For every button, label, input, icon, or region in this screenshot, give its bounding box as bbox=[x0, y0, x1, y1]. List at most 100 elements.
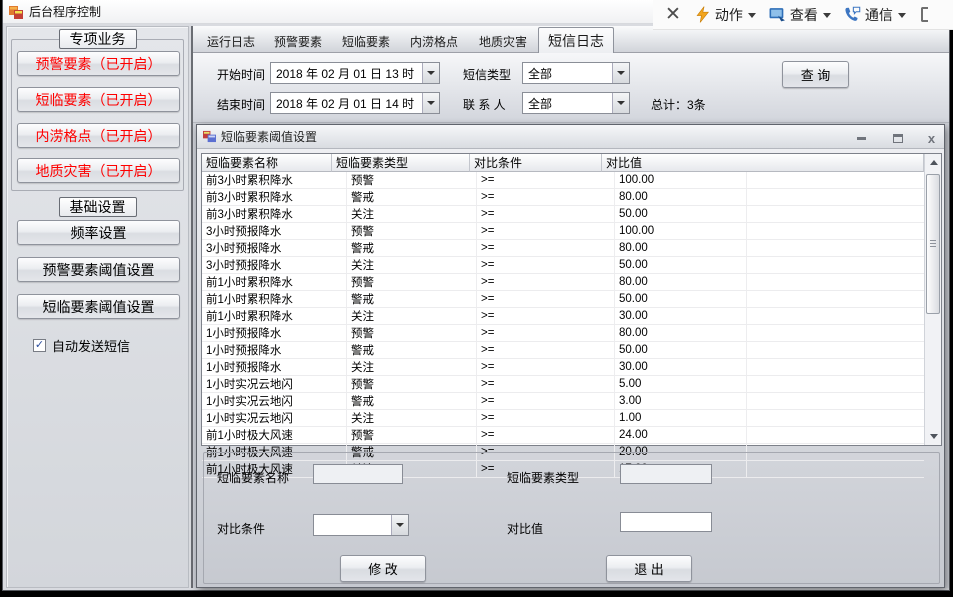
cell-element-name[interactable]: 前3小时累积降水 bbox=[202, 206, 347, 222]
table-row[interactable]: 1小时实况云地闪 关注 >= 1.00 bbox=[202, 410, 924, 427]
start-time-picker[interactable]: 2018 年 02 月 01 日 13 时 bbox=[270, 62, 440, 84]
cell-empty[interactable] bbox=[747, 376, 924, 392]
dialog-minimize-button[interactable] bbox=[853, 131, 870, 145]
cell-compare-condition[interactable]: >= bbox=[477, 274, 615, 290]
table-row[interactable]: 3小时预报降水 警戒 >= 80.00 bbox=[202, 240, 924, 257]
tab-sms-log[interactable]: 短信日志 bbox=[538, 27, 614, 53]
cell-compare-value[interactable]: 100.00 bbox=[615, 223, 747, 239]
table-scrollbar[interactable] bbox=[924, 154, 941, 445]
table-row[interactable]: 前1小时累积降水 预警 >= 80.00 bbox=[202, 274, 924, 291]
cell-element-type[interactable]: 关注 bbox=[347, 359, 477, 375]
sms-type-dropdown-icon[interactable] bbox=[612, 63, 629, 83]
cell-compare-value[interactable]: 30.00 bbox=[615, 308, 747, 324]
cell-element-name[interactable]: 1小时预报降水 bbox=[202, 342, 347, 358]
cell-compare-condition[interactable]: >= bbox=[477, 427, 615, 443]
cell-element-type[interactable]: 警戒 bbox=[347, 291, 477, 307]
cell-element-name[interactable]: 1小时预报降水 bbox=[202, 325, 347, 341]
cell-compare-condition[interactable]: >= bbox=[477, 206, 615, 222]
cell-compare-value[interactable]: 80.00 bbox=[615, 189, 747, 205]
table-row[interactable]: 1小时实况云地闪 警戒 >= 3.00 bbox=[202, 393, 924, 410]
dialog-maximize-button[interactable] bbox=[889, 131, 906, 145]
tab-waterlogging-grid[interactable]: 内涝格点 bbox=[406, 31, 462, 51]
tab-geological-disaster[interactable]: 地质灾害 bbox=[475, 31, 531, 51]
form-type-input[interactable] bbox=[620, 464, 712, 484]
cell-element-type[interactable]: 警戒 bbox=[347, 393, 477, 409]
cell-compare-value[interactable]: 50.00 bbox=[615, 291, 747, 307]
cell-compare-condition[interactable]: >= bbox=[477, 291, 615, 307]
cell-element-type[interactable]: 关注 bbox=[347, 257, 477, 273]
cell-empty[interactable] bbox=[747, 393, 924, 409]
toolbar-view-menu[interactable]: 查看 bbox=[769, 5, 831, 25]
exit-button[interactable]: 退 出 bbox=[606, 555, 692, 582]
cell-element-name[interactable]: 3小时预报降水 bbox=[202, 240, 347, 256]
cell-compare-value[interactable]: 80.00 bbox=[615, 325, 747, 341]
table-header-cell[interactable]: 对比值 bbox=[602, 154, 919, 172]
cell-compare-value[interactable]: 30.00 bbox=[615, 359, 747, 375]
cell-empty[interactable] bbox=[747, 342, 924, 358]
cell-element-name[interactable]: 前1小时累积降水 bbox=[202, 308, 347, 324]
sidebar-button-nowcast-threshold-settings[interactable]: 短临要素阈值设置 bbox=[17, 294, 180, 319]
query-button[interactable]: 查 询 bbox=[782, 61, 849, 88]
cell-compare-condition[interactable]: >= bbox=[477, 410, 615, 426]
cell-element-type[interactable]: 预警 bbox=[347, 376, 477, 392]
cell-element-type[interactable]: 关注 bbox=[347, 308, 477, 324]
table-row[interactable]: 前1小时极大风速 预警 >= 24.00 bbox=[202, 427, 924, 444]
cell-empty[interactable] bbox=[747, 189, 924, 205]
cell-element-type[interactable]: 预警 bbox=[347, 274, 477, 290]
cell-compare-condition[interactable]: >= bbox=[477, 342, 615, 358]
dialog-titlebar[interactable]: 短临要素阈值设置 bbox=[197, 125, 944, 149]
form-condition-combobox[interactable] bbox=[313, 514, 409, 536]
cell-empty[interactable] bbox=[747, 172, 924, 188]
cell-empty[interactable] bbox=[747, 308, 924, 324]
toolbar-communication-menu[interactable]: 通信 bbox=[844, 5, 906, 25]
cell-compare-condition[interactable]: >= bbox=[477, 308, 615, 324]
contact-dropdown-icon[interactable] bbox=[612, 93, 629, 113]
cell-empty[interactable] bbox=[747, 427, 924, 443]
cell-element-name[interactable]: 前1小时累积降水 bbox=[202, 291, 347, 307]
table-row[interactable]: 3小时预报降水 关注 >= 50.00 bbox=[202, 257, 924, 274]
modify-button[interactable]: 修 改 bbox=[340, 555, 426, 582]
cell-element-name[interactable]: 3小时预报降水 bbox=[202, 257, 347, 273]
toolbar-action-menu[interactable]: 动作 bbox=[694, 5, 756, 25]
form-name-input[interactable] bbox=[313, 464, 403, 484]
form-condition-dropdown-icon[interactable] bbox=[391, 515, 408, 535]
scroll-down-icon[interactable] bbox=[925, 428, 942, 445]
sidebar-button-warning-threshold-settings[interactable]: 预警要素阈值设置 bbox=[17, 257, 180, 282]
cell-element-type[interactable]: 警戒 bbox=[347, 240, 477, 256]
sms-type-combobox[interactable]: 全部 bbox=[522, 62, 630, 84]
table-header-cell[interactable]: 短临要素名称 bbox=[202, 154, 332, 172]
cell-element-name[interactable]: 前1小时极大风速 bbox=[202, 427, 347, 443]
scroll-up-icon[interactable] bbox=[925, 154, 942, 171]
cell-compare-value[interactable]: 50.00 bbox=[615, 206, 747, 222]
table-row[interactable]: 1小时预报降水 警戒 >= 50.00 bbox=[202, 342, 924, 359]
cell-empty[interactable] bbox=[747, 223, 924, 239]
cell-empty[interactable] bbox=[747, 206, 924, 222]
sidebar-button-waterlogging-grid[interactable]: 内涝格点（已开启） bbox=[17, 123, 180, 148]
table-row[interactable]: 3小时预报降水 预警 >= 100.00 bbox=[202, 223, 924, 240]
cell-element-name[interactable]: 前3小时累积降水 bbox=[202, 172, 347, 188]
cell-empty[interactable] bbox=[747, 410, 924, 426]
cell-element-type[interactable]: 预警 bbox=[347, 223, 477, 239]
scrollbar-thumb[interactable] bbox=[926, 174, 940, 314]
cell-element-name[interactable]: 1小时实况云地闪 bbox=[202, 376, 347, 392]
sidebar-button-geological-disaster[interactable]: 地质灾害（已开启） bbox=[17, 158, 180, 183]
cell-compare-condition[interactable]: >= bbox=[477, 257, 615, 273]
cell-empty[interactable] bbox=[747, 240, 924, 256]
cell-element-type[interactable]: 关注 bbox=[347, 206, 477, 222]
cell-element-name[interactable]: 1小时预报降水 bbox=[202, 359, 347, 375]
toolbar-close-icon[interactable]: ✕ bbox=[665, 5, 681, 24]
cell-empty[interactable] bbox=[747, 291, 924, 307]
cell-compare-value[interactable]: 100.00 bbox=[615, 172, 747, 188]
cell-compare-value[interactable]: 50.00 bbox=[615, 342, 747, 358]
cell-compare-condition[interactable]: >= bbox=[477, 189, 615, 205]
cell-compare-value[interactable]: 80.00 bbox=[615, 274, 747, 290]
table-row[interactable]: 前3小时累积降水 警戒 >= 80.00 bbox=[202, 189, 924, 206]
cell-element-type[interactable]: 关注 bbox=[347, 410, 477, 426]
sidebar-button-nowcast-elements[interactable]: 短临要素（已开启） bbox=[17, 87, 180, 112]
table-row[interactable]: 1小时预报降水 关注 >= 30.00 bbox=[202, 359, 924, 376]
table-row[interactable]: 前1小时累积降水 关注 >= 30.00 bbox=[202, 308, 924, 325]
cell-compare-condition[interactable]: >= bbox=[477, 172, 615, 188]
table-header-cell[interactable]: 短临要素类型 bbox=[332, 154, 470, 172]
cell-compare-condition[interactable]: >= bbox=[477, 325, 615, 341]
cell-element-name[interactable]: 3小时预报降水 bbox=[202, 223, 347, 239]
